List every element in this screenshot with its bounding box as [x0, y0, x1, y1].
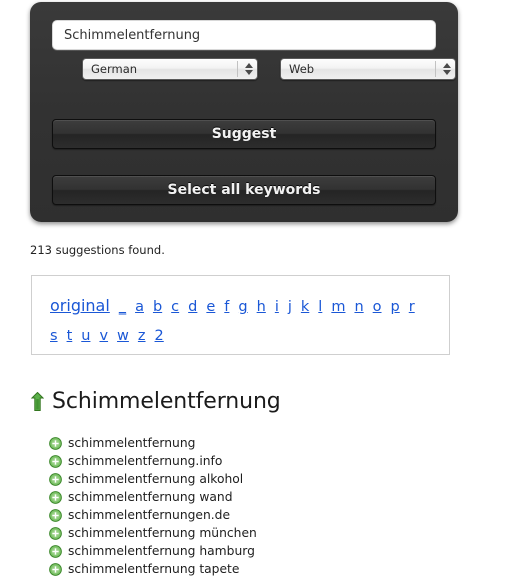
keyword-input[interactable]: [52, 20, 436, 50]
plus-circle-icon[interactable]: [49, 562, 62, 576]
alphabet-link-z[interactable]: z: [138, 322, 146, 350]
suggestion-label: schimmelentfernung wand: [68, 490, 233, 504]
suggestion-item[interactable]: schimmelentfernung münchen: [49, 524, 469, 542]
alphabet-link-b[interactable]: b: [153, 293, 162, 321]
plus-circle-icon[interactable]: [49, 508, 62, 522]
suggestion-label: schimmelentfernungen.de: [68, 508, 231, 522]
plus-circle-icon[interactable]: [49, 490, 62, 504]
alphabet-link-d[interactable]: d: [188, 293, 197, 321]
chevron-updown-icon[interactable]: [244, 61, 253, 77]
plus-circle-icon[interactable]: [49, 472, 62, 486]
alphabet-link-k[interactable]: k: [301, 293, 309, 321]
search-panel: German Web Suggest Select all keywords: [30, 2, 458, 222]
suggestion-label: schimmelentfernung: [68, 436, 196, 450]
alphabet-link-p[interactable]: p: [391, 293, 400, 321]
alphabet-link-c[interactable]: c: [171, 293, 179, 321]
suggestion-label: schimmelentfernung tapete: [68, 562, 240, 576]
language-select-label: German: [91, 62, 138, 76]
alphabet-link-l[interactable]: l: [318, 293, 322, 321]
suggestion-item[interactable]: schimmelentfernung.info: [49, 452, 469, 470]
suggestion-label: schimmelentfernung münchen: [68, 526, 257, 540]
select-divider: [435, 61, 436, 77]
suggestion-item[interactable]: schimmelentfernung tapete: [49, 560, 469, 578]
alphabet-link-i[interactable]: i: [275, 293, 279, 321]
alphabet-link-v[interactable]: v: [99, 322, 108, 350]
suggestion-list: schimmelentfernung schimmelentfernung.inf…: [49, 434, 469, 578]
alphabet-link-n[interactable]: n: [354, 293, 363, 321]
alphabet-link-t[interactable]: t: [67, 322, 73, 350]
alphabet-link-o[interactable]: o: [373, 293, 382, 321]
alphabet-filter-box: original _ a b c d e f g h i j k l m n o p r s t u v w z 2: [31, 275, 450, 355]
group-heading-text: Schimmelentfernung: [52, 389, 281, 414]
plus-circle-icon[interactable]: [49, 544, 62, 558]
alphabet-link-w[interactable]: w: [117, 322, 129, 350]
alphabet-link-s[interactable]: s: [50, 322, 58, 350]
alphabet-link-f[interactable]: f: [224, 293, 229, 321]
group-heading: Schimmelentfernung: [31, 389, 281, 414]
alphabet-link-j[interactable]: j: [288, 293, 292, 321]
plus-circle-icon[interactable]: [49, 436, 62, 450]
alphabet-link-e[interactable]: e: [206, 293, 215, 321]
plus-circle-icon[interactable]: [49, 526, 62, 540]
alphabet-link-u[interactable]: u: [81, 322, 90, 350]
alphabet-link-underscore[interactable]: _: [119, 293, 126, 321]
suggestion-item[interactable]: schimmelentfernung alkohol: [49, 470, 469, 488]
select-all-keywords-button[interactable]: Select all keywords: [52, 175, 436, 205]
up-arrow-icon: [31, 392, 44, 411]
suggestion-label: schimmelentfernung.info: [68, 454, 223, 468]
alphabet-link-h[interactable]: h: [257, 293, 266, 321]
source-select-label: Web: [289, 62, 315, 76]
alphabet-link-2[interactable]: 2: [155, 322, 164, 350]
alphabet-link-list: original _ a b c d e f g h i j k l m n o p r s t u v w z 2: [50, 292, 435, 350]
source-select[interactable]: Web: [280, 58, 456, 80]
plus-circle-icon[interactable]: [49, 454, 62, 468]
chevron-updown-icon[interactable]: [442, 61, 451, 77]
alphabet-link-m[interactable]: m: [331, 293, 345, 321]
suggestion-item[interactable]: schimmelentfernungen.de: [49, 506, 469, 524]
language-select[interactable]: German: [82, 58, 258, 80]
alphabet-link-original[interactable]: original: [50, 292, 110, 320]
alphabet-link-r[interactable]: r: [409, 293, 415, 321]
suggestion-label: schimmelentfernung alkohol: [68, 472, 244, 486]
suggestion-label: schimmelentfernung hamburg: [68, 544, 255, 558]
alphabet-link-g[interactable]: g: [238, 293, 247, 321]
suggest-button[interactable]: Suggest: [52, 119, 436, 149]
select-divider: [237, 61, 238, 77]
suggestion-item[interactable]: schimmelentfernung wand: [49, 488, 469, 506]
alphabet-link-a[interactable]: a: [135, 293, 144, 321]
suggestions-count-text: 213 suggestions found.: [30, 243, 165, 257]
suggestion-item[interactable]: schimmelentfernung: [49, 434, 469, 452]
suggestion-item[interactable]: schimmelentfernung hamburg: [49, 542, 469, 560]
